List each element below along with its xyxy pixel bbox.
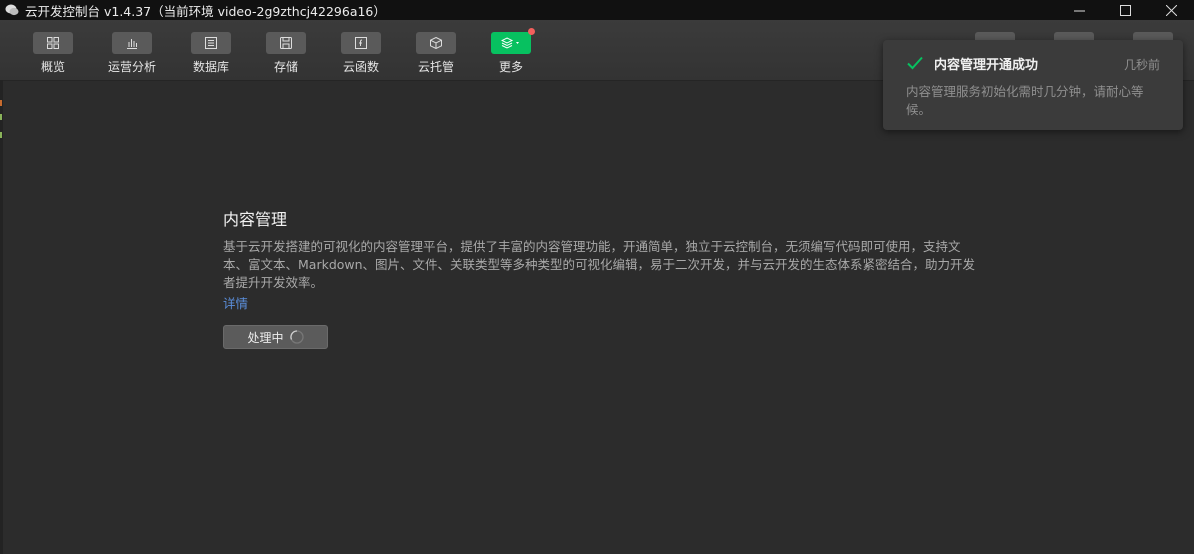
toast-time: 几秒前 (1123, 58, 1160, 72)
toolbar-storage[interactable]: 存储 (256, 32, 316, 75)
title-bar: 云开发控制台 v1.4.37（当前环境 video-2g9zthcj42296a… (0, 0, 1194, 20)
toast-title: 内容管理开通成功 (934, 58, 1039, 73)
save-icon (266, 32, 306, 54)
left-edge (0, 80, 3, 554)
database-icon (191, 32, 231, 54)
details-link[interactable]: 详情 (223, 293, 983, 312)
toolbar-overview[interactable]: 概览 (23, 32, 83, 75)
toolbar-more[interactable]: 更多 (481, 28, 541, 75)
processing-label: 处理中 (247, 330, 284, 345)
toolbar-analytics[interactable]: 运营分析 (102, 32, 162, 75)
maximize-button[interactable] (1102, 0, 1148, 20)
minimize-button[interactable] (1056, 0, 1102, 20)
bar-chart-icon (112, 32, 152, 54)
wechat-icon (5, 3, 19, 17)
grid-icon (33, 32, 73, 54)
function-icon (341, 32, 381, 54)
cube-icon (416, 32, 456, 54)
toolbar-label: 数据库 (192, 60, 229, 74)
check-icon (907, 55, 923, 74)
toolbar-database[interactable]: 数据库 (181, 32, 241, 75)
toolbar-label: 概览 (40, 60, 65, 74)
page-title: 内容管理 (223, 210, 288, 229)
content-panel: 内容管理 基于云开发搭建的可视化的内容管理平台，提供了丰富的内容管理功能，开通简… (223, 206, 983, 312)
toolbar-label: 云托管 (417, 60, 454, 74)
toolbar-label: 存储 (273, 60, 298, 74)
notification-dot (528, 28, 535, 35)
toolbar-label: 更多 (498, 60, 523, 74)
toolbar-cloud-hosting[interactable]: 云托管 (406, 32, 466, 75)
spinner-icon (289, 330, 304, 344)
window-title: 云开发控制台 v1.4.37（当前环境 video-2g9zthcj42296a… (25, 3, 386, 19)
toolbar-label: 运营分析 (107, 60, 156, 74)
toolbar-cloud-function[interactable]: 云函数 (331, 32, 391, 75)
success-toast: 内容管理开通成功 几秒前 内容管理服务初始化需时几分钟，请耐心等候。 (883, 40, 1183, 130)
layers-icon (491, 28, 535, 54)
processing-button[interactable]: 处理中 (223, 325, 328, 349)
close-window-button[interactable] (1148, 0, 1194, 20)
description: 基于云开发搭建的可视化的内容管理平台，提供了丰富的内容管理功能，开通简单，独立于… (223, 239, 976, 290)
toolbar-label: 云函数 (342, 60, 379, 74)
toast-message: 内容管理服务初始化需时几分钟，请耐心等候。 (906, 84, 1144, 117)
